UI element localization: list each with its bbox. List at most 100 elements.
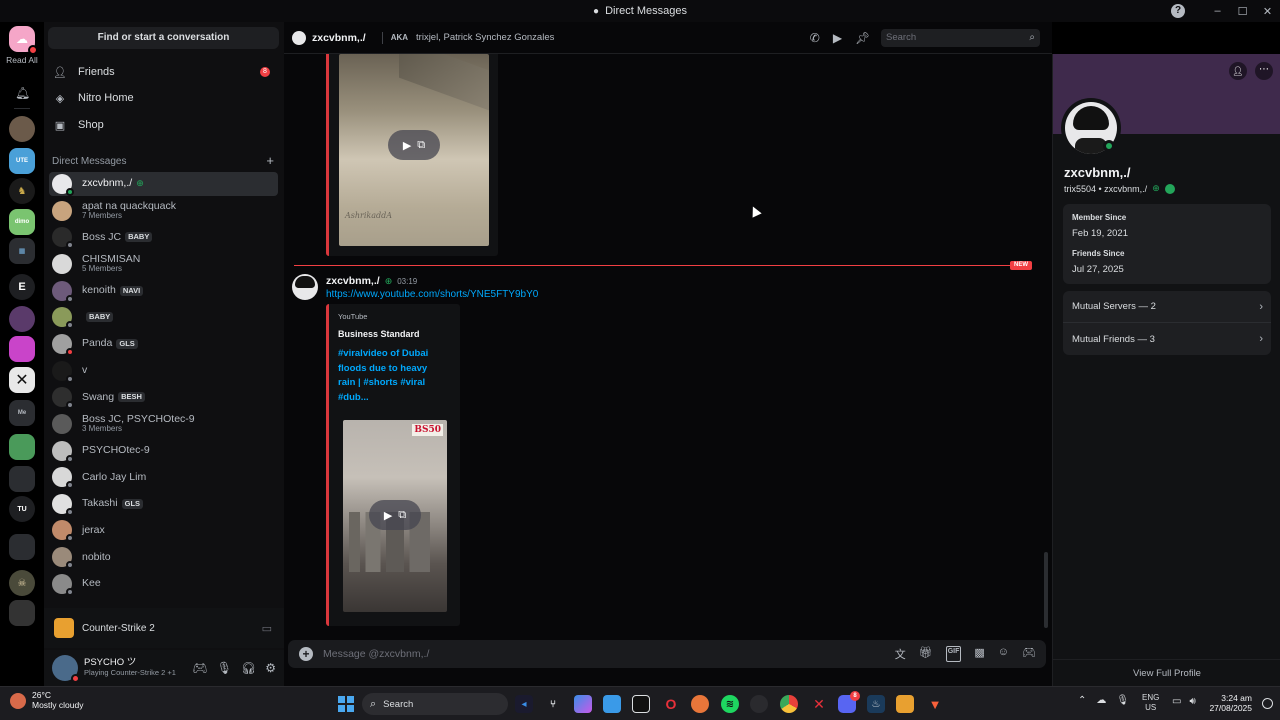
steam-helper-icon[interactable] [750, 695, 768, 713]
add-dm-button[interactable]: + [266, 154, 274, 167]
dm-item[interactable]: PSYCHOtec-9 [49, 439, 278, 463]
server-icon-6[interactable] [9, 336, 35, 362]
gif-icon[interactable]: GIF [945, 646, 962, 662]
dm-item[interactable]: Takashi GLS [49, 492, 278, 516]
video-play-button-2[interactable]: ▶ ⧉ [369, 500, 421, 530]
server-icon-2[interactable]: UTE [9, 148, 35, 174]
activity-icon[interactable]: 🎮︎ [1022, 646, 1036, 662]
server-folder-1[interactable]: ▦ [9, 238, 35, 264]
brave-icon[interactable]: ▼ [926, 695, 944, 713]
header-username[interactable]: zxcvbnm,./ [312, 32, 366, 44]
profile-avatar[interactable] [1061, 98, 1121, 158]
dm-item[interactable]: Swang BESH [49, 385, 278, 410]
message-avatar[interactable] [292, 274, 318, 300]
user-avatar[interactable] [52, 655, 80, 683]
more-options-icon[interactable]: ⋯ [1255, 62, 1273, 80]
server-icon-5[interactable] [9, 306, 35, 332]
discord-taskbar-icon[interactable]: 8 [838, 691, 860, 713]
server-icon-10[interactable] [9, 600, 35, 626]
dm-item[interactable]: Kee [49, 572, 278, 596]
voice-call-icon[interactable]: ✆ [810, 31, 820, 45]
activity-screen-icon[interactable]: ▭ [262, 622, 272, 635]
dm-item[interactable]: jerax [49, 518, 278, 543]
video-call-icon[interactable]: ▶︎ [833, 31, 842, 45]
vscode-icon[interactable]: ◂ [515, 695, 533, 713]
dm-item[interactable]: Carlo Jay Lim [49, 465, 278, 490]
mic-tray-icon[interactable]: 🎙︎ [1116, 695, 1129, 706]
taskbar-search[interactable]: ⌕ Search [362, 693, 508, 715]
server-letter-e[interactable]: E [9, 274, 35, 300]
dm-item[interactable]: nobito [49, 545, 278, 570]
message-link[interactable]: https://www.youtube.com/shorts/YNE5FTY9b… [326, 289, 538, 300]
notepad-icon[interactable] [603, 695, 621, 713]
dm-item[interactable]: kenoith NAVI [49, 279, 278, 303]
server-icon-4[interactable]: dimo [9, 209, 35, 235]
firefox-icon[interactable] [691, 695, 709, 713]
maximize-button[interactable]: ☐ [1230, 5, 1255, 18]
help-icon[interactable]: ? [1171, 4, 1185, 18]
video-thumbnail-2[interactable]: BS50 ▶ ⧉ [343, 420, 447, 612]
dm-item[interactable]: BABY [49, 305, 278, 330]
onedrive-icon[interactable]: ☁ [1096, 695, 1106, 706]
server-icon-9[interactable]: ☠ [9, 570, 35, 596]
dm-item[interactable]: Boss JC BABY [49, 225, 278, 250]
capcut-icon[interactable] [632, 695, 650, 713]
profile-display-name[interactable]: zxcvbnm,./ [1064, 165, 1130, 180]
weather-widget[interactable]: 26°C Mostly cloudy [10, 690, 84, 711]
read-all-label[interactable]: Read All [4, 55, 40, 66]
bell-icon[interactable]: 🔔︎ [15, 86, 30, 100]
mutual-friends-row[interactable]: Mutual Friends — 3 › [1063, 323, 1271, 355]
close-button[interactable]: ✕ [1255, 5, 1280, 18]
message-composer[interactable]: + Message @zxcvbnm,./ 文 🎁︎ GIF ▩ ☺ 🎮︎ [288, 640, 1046, 668]
network-volume-tray[interactable]: ▭ 🔊︎ [1172, 696, 1196, 707]
view-full-profile-bar[interactable]: View Full Profile [1053, 659, 1280, 686]
dm-item[interactable]: apat na quackquack 7 Members [49, 199, 278, 223]
server-folder-2[interactable]: Me [9, 400, 35, 426]
dm-item[interactable]: v [49, 359, 278, 383]
user-info[interactable]: PSYCHO ツ Playing Counter-Strike 2 +1 [84, 657, 176, 678]
gear-icon[interactable]: ⚙ [265, 661, 276, 675]
dm-item[interactable]: zxcvbnm,./⊕ [49, 172, 278, 196]
clock[interactable]: 3:24 am 27/08/2025 [1208, 693, 1252, 713]
gift-icon[interactable]: 🎁︎ [919, 646, 933, 662]
nav-shop[interactable]: ▣ Shop [50, 113, 278, 137]
video-thumbnail-1[interactable]: AshrikaddA ▶ ⧉ [339, 54, 489, 246]
server-letter-tu[interactable]: TU [9, 496, 35, 522]
server-folder-4[interactable] [9, 534, 35, 560]
windows-start-icon[interactable] [338, 696, 354, 712]
home-dm-button[interactable]: ☁ [9, 26, 38, 55]
spotify-icon[interactable]: ≋ [721, 695, 739, 713]
add-friend-icon[interactable]: 👤︎ [1229, 62, 1247, 80]
find-conversation-button[interactable]: Find or start a conversation [48, 27, 279, 49]
sticker-icon[interactable]: ▩ [974, 646, 984, 662]
search-box[interactable]: Search ⌕ [881, 28, 1040, 47]
server-icon-1[interactable] [9, 116, 35, 142]
dm-item[interactable]: Panda GLS [49, 332, 278, 356]
embed-title[interactable]: #viralvideo of Dubai floods due to heavy… [338, 347, 443, 405]
message-author[interactable]: zxcvbnm,./ [326, 275, 380, 287]
chat-scrollbar[interactable] [1044, 552, 1048, 628]
notification-icon[interactable] [1262, 698, 1273, 709]
microphone-icon[interactable]: 🎙︎ [217, 661, 232, 675]
nav-nitro-home[interactable]: ◈ Nitro Home [50, 86, 278, 110]
copilot-icon[interactable] [574, 695, 592, 713]
emoji-icon[interactable]: ☺ [998, 646, 1009, 662]
activity-panel[interactable]: Counter-Strike 2 ▭ [44, 608, 284, 648]
chrome-icon[interactable] [780, 695, 798, 713]
server-icon-8[interactable] [9, 434, 35, 460]
tray-chevron-icon[interactable]: ⌃ [1078, 695, 1086, 706]
language-indicator[interactable]: ENG US [1142, 693, 1159, 712]
server-icon-3[interactable]: ♞ [9, 178, 35, 204]
video-play-button-1[interactable]: ▶ ⧉ [388, 130, 440, 160]
git-icon[interactable]: ⑂ [544, 695, 562, 713]
pin-icon[interactable]: 📌︎ [855, 31, 870, 45]
server-icon-7[interactable]: ✕ [9, 367, 35, 393]
mutual-servers-row[interactable]: Mutual Servers — 2 › [1063, 291, 1271, 323]
server-folder-3[interactable] [9, 466, 35, 492]
steam-icon[interactable]: ♨ [867, 695, 885, 713]
dm-item[interactable]: CHISMISAN 5 Members [49, 252, 278, 276]
embed-author[interactable]: Business Standard [338, 329, 420, 339]
gamepad-icon[interactable]: 🎮︎ [193, 661, 208, 675]
dm-item[interactable]: Boss JC, PSYCHOtec-9 3 Members [49, 412, 278, 436]
minimize-button[interactable]: – [1205, 5, 1230, 17]
